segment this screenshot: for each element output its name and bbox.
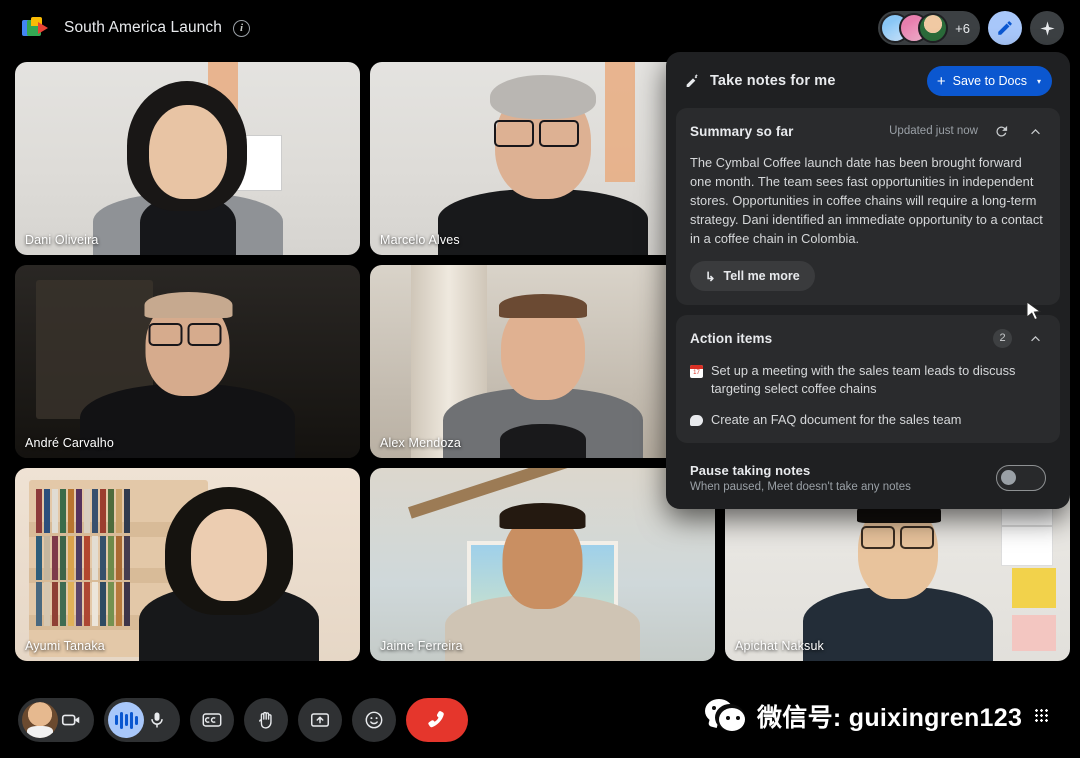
self-avatar [22, 702, 58, 738]
pause-notes-subtitle: When paused, Meet doesn't take any notes [690, 481, 911, 493]
tile-name-label: Alex Mendoza [380, 436, 462, 450]
action-item-text: Set up a meeting with the sales team lea… [711, 363, 1016, 396]
save-to-docs-label: Save to Docs [952, 74, 1027, 88]
tile-name-label: Dani Oliveira [25, 233, 99, 247]
camera-icon [61, 714, 80, 726]
action-item-text: Create an FAQ document for the sales tea… [711, 412, 962, 427]
top-bar: South America Launch i +6 [0, 0, 1080, 56]
pause-notes-title: Pause taking notes [690, 463, 811, 478]
save-to-docs-button[interactable]: + Save to Docs ▾ [926, 66, 1052, 96]
notes-pen-icon [998, 21, 1012, 35]
raise-hand-button[interactable] [244, 698, 288, 742]
tile-name-label: Ayumi Tanaka [25, 639, 105, 653]
pause-notes-toggle[interactable] [996, 465, 1046, 491]
calendar-day: 17 [693, 370, 700, 376]
notes-panel-header: Take notes for me + Save to Docs ▾ [676, 64, 1060, 108]
video-tile-dani-oliveira[interactable]: Dani Oliveira [15, 62, 360, 255]
plus-icon: + [936, 72, 946, 90]
summary-updated-label: Updated just now [889, 125, 978, 137]
chevron-down-icon[interactable]: ▾ [1037, 77, 1041, 86]
emoji-smile-icon [365, 711, 383, 729]
page-title: South America Launch [64, 19, 222, 36]
raised-hand-icon [259, 711, 272, 729]
microphone-icon [151, 712, 163, 728]
participant-video [442, 290, 643, 458]
wechat-icon [705, 699, 749, 733]
participant-video [80, 286, 295, 458]
gemini-button[interactable] [1030, 11, 1064, 45]
participant-avatars[interactable]: +6 [878, 11, 980, 45]
captions-button[interactable] [190, 698, 234, 742]
closed-captions-icon [202, 713, 222, 727]
participant-video [437, 75, 648, 255]
summary-text: The Cymbal Coffee launch date has been b… [690, 155, 1043, 246]
video-tile-alex-mendoza[interactable]: Alex Mendoza [370, 265, 715, 458]
present-screen-icon [311, 713, 329, 727]
video-tile-andre-carvalho[interactable]: André Carvalho [15, 265, 360, 458]
tile-name-label: Marcelo Alves [380, 233, 460, 247]
action-item-row[interactable]: Create an FAQ document for the sales tea… [690, 411, 1046, 429]
top-bar-actions: +6 [878, 11, 1064, 45]
wechat-watermark: 微信号: guixingren123 [705, 698, 1049, 734]
notes-panel-title: Take notes for me [710, 73, 836, 89]
collapse-action-items-button[interactable] [1024, 327, 1046, 349]
hangup-phone-icon [428, 711, 444, 728]
pause-notes-row[interactable]: Pause taking notes When paused, Meet doe… [676, 453, 1060, 509]
participant-video [92, 81, 283, 255]
action-items-title: Action items [690, 330, 773, 346]
meet-window: South America Launch i +6 Dani Oliveira … [0, 0, 1080, 758]
glasses-icon [860, 526, 934, 549]
tile-name-label: André Carvalho [25, 436, 114, 450]
sparkle-icon [1039, 20, 1055, 36]
tell-me-more-label: Tell me more [723, 269, 800, 283]
participant-video [802, 493, 993, 661]
video-tile-ayumi-tanaka[interactable]: Ayumi Tanaka [15, 468, 360, 661]
video-tile-marcelo-alves[interactable]: Marcelo Alves [370, 62, 715, 255]
chevron-up-icon [1030, 128, 1040, 134]
grid-dots-icon [1034, 708, 1049, 724]
google-meet-logo [22, 16, 50, 40]
magic-pen-icon [686, 74, 698, 87]
participant-video [138, 487, 319, 661]
glasses-icon [493, 120, 579, 147]
calendar-icon: 17 [690, 365, 703, 378]
action-items-header: Action items 2 [690, 327, 1046, 349]
glasses-icon [148, 323, 221, 346]
summary-title: Summary so far [690, 123, 794, 139]
microphone-toggle-button[interactable] [104, 698, 180, 742]
audio-wave-icon [108, 702, 144, 738]
present-screen-button[interactable] [298, 698, 342, 742]
camera-toggle-button[interactable] [18, 698, 94, 742]
summary-card: Summary so far Updated just now The Cymb… [676, 108, 1060, 305]
mouse-cursor [1026, 301, 1042, 321]
reactions-button[interactable] [352, 698, 396, 742]
call-controls-bar [18, 698, 468, 742]
participant-overflow-count: +6 [955, 20, 970, 36]
action-items-card: Action items 2 17 Set up a meeting with … [676, 315, 1060, 443]
action-items-count-badge: 2 [993, 328, 1012, 348]
action-item-row[interactable]: 17 Set up a meeting with the sales team … [690, 362, 1046, 398]
summary-card-header: Summary so far Updated just now [690, 120, 1046, 142]
return-arrow-icon: ↳ [705, 269, 716, 284]
take-notes-panel: Take notes for me + Save to Docs ▾ Summa… [666, 52, 1070, 509]
chat-bubble-icon [690, 415, 703, 426]
participant-video [445, 503, 640, 661]
take-notes-toggle-button[interactable] [988, 11, 1022, 45]
leave-call-button[interactable] [406, 698, 468, 742]
refresh-button[interactable] [990, 120, 1012, 142]
watermark-text: 微信号: guixingren123 [757, 704, 1023, 732]
avatar [918, 13, 949, 43]
tile-name-label: Apichat Naksuk [735, 639, 824, 653]
refresh-icon [995, 125, 1007, 137]
tell-me-more-button[interactable]: ↳ Tell me more [690, 261, 815, 291]
toggle-knob [1001, 470, 1016, 485]
video-tile-jaime-ferreira[interactable]: Jaime Ferreira [370, 468, 715, 661]
collapse-summary-button[interactable] [1024, 120, 1046, 142]
info-icon[interactable]: i [232, 19, 250, 37]
chevron-up-icon [1030, 335, 1040, 341]
tile-name-label: Jaime Ferreira [380, 639, 463, 653]
